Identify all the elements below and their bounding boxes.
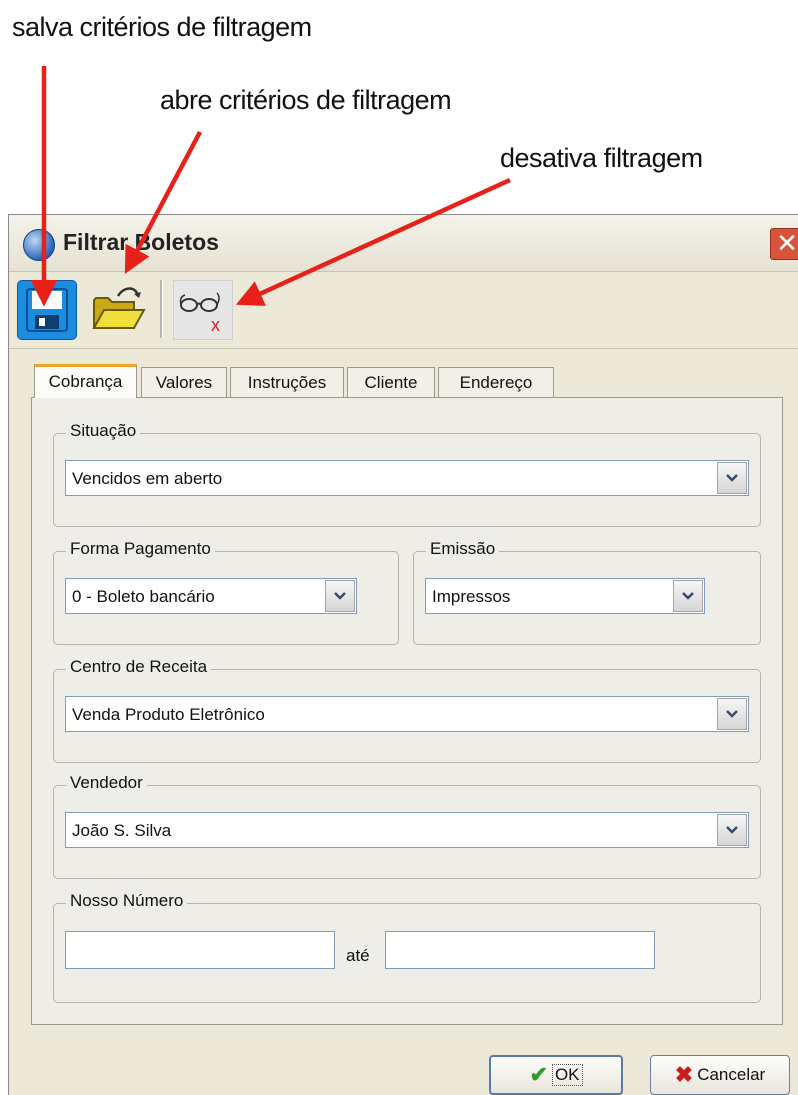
- vendedor-label: Vendedor: [66, 773, 147, 793]
- chevron-down-icon[interactable]: [717, 814, 747, 846]
- vendedor-select[interactable]: João S. Silva: [65, 812, 749, 848]
- centro-receita-select[interactable]: Venda Produto Eletrônico: [65, 696, 749, 732]
- group-vendedor: Vendedor João S. Silva: [53, 773, 761, 879]
- forma-pagamento-select[interactable]: 0 - Boleto bancário: [65, 578, 357, 614]
- deactivate-filter-button[interactable]: x: [173, 280, 233, 340]
- centro-receita-value: Venda Produto Eletrônico: [72, 705, 265, 724]
- situacao-select[interactable]: Vencidos em aberto: [65, 460, 749, 496]
- group-nosso-numero: Nosso Número até: [53, 891, 761, 1003]
- chevron-down-icon[interactable]: [717, 462, 747, 494]
- tab-cliente[interactable]: Cliente: [347, 367, 435, 397]
- app-icon: [23, 229, 55, 261]
- checkmark-icon: ✔: [529, 1062, 548, 1087]
- situacao-label: Situação: [66, 421, 141, 441]
- toolbar: x: [9, 272, 798, 349]
- group-emissao: Emissão Impressos: [413, 539, 761, 645]
- emissao-select[interactable]: Impressos: [425, 578, 705, 614]
- annotation-save: salva critérios de filtragem: [12, 12, 312, 42]
- centro-receita-label: Centro de Receita: [66, 657, 212, 677]
- ok-button[interactable]: ✔ OK: [489, 1055, 623, 1095]
- cancel-label: Cancelar: [697, 1065, 766, 1084]
- emissao-value: Impressos: [432, 587, 511, 606]
- window-title: Filtrar Boletos: [63, 229, 219, 255]
- chevron-down-icon[interactable]: [325, 580, 355, 612]
- situacao-value: Vencidos em aberto: [72, 469, 223, 488]
- group-situacao: Situação Vencidos em aberto: [53, 421, 761, 527]
- glasses-x-icon: x: [179, 292, 220, 335]
- title-bar[interactable]: Filtrar Boletos ✕: [9, 215, 798, 272]
- filter-dialog: Filtrar Boletos ✕ x Cobrança Valores Ins…: [8, 214, 798, 1095]
- forma-pagamento-label: Forma Pagamento: [66, 539, 215, 559]
- cancel-x-icon: ✖: [674, 1062, 694, 1087]
- save-criteria-button[interactable]: [17, 280, 77, 340]
- floppy-disk-icon: [26, 288, 68, 332]
- toolbar-separator: [160, 280, 163, 338]
- open-folder-icon: [92, 287, 146, 329]
- group-forma-pagamento: Forma Pagamento 0 - Boleto bancário: [53, 539, 399, 645]
- vendedor-value: João S. Silva: [72, 821, 172, 840]
- chevron-down-icon[interactable]: [673, 580, 703, 612]
- forma-pagamento-value: 0 - Boleto bancário: [72, 587, 215, 606]
- annotation-deactivate: desativa filtragem: [500, 143, 703, 173]
- emissao-label: Emissão: [426, 539, 500, 559]
- open-criteria-button[interactable]: [89, 280, 147, 338]
- ok-label: OK: [551, 1064, 583, 1086]
- cancel-button[interactable]: ✖ Cancelar: [650, 1055, 790, 1095]
- tab-instrucoes[interactable]: Instruções: [230, 367, 344, 397]
- chevron-down-icon[interactable]: [717, 698, 747, 730]
- tab-valores[interactable]: Valores: [141, 367, 227, 397]
- deactivate-x-mark: x: [211, 315, 220, 335]
- nosso-numero-to-input[interactable]: [385, 931, 655, 969]
- tab-panel-cobranca: Situação Vencidos em aberto Forma Pagame…: [31, 397, 783, 1025]
- tab-endereco[interactable]: Endereço: [438, 367, 554, 397]
- nosso-numero-label: Nosso Número: [66, 891, 188, 911]
- nosso-numero-from-input[interactable]: [65, 931, 335, 969]
- close-icon[interactable]: ✕: [770, 228, 798, 260]
- annotation-open: abre critérios de filtragem: [160, 85, 452, 115]
- ate-label: até: [346, 946, 370, 965]
- group-centro-receita: Centro de Receita Venda Produto Eletrôni…: [53, 657, 761, 763]
- tab-cobranca[interactable]: Cobrança: [34, 364, 137, 398]
